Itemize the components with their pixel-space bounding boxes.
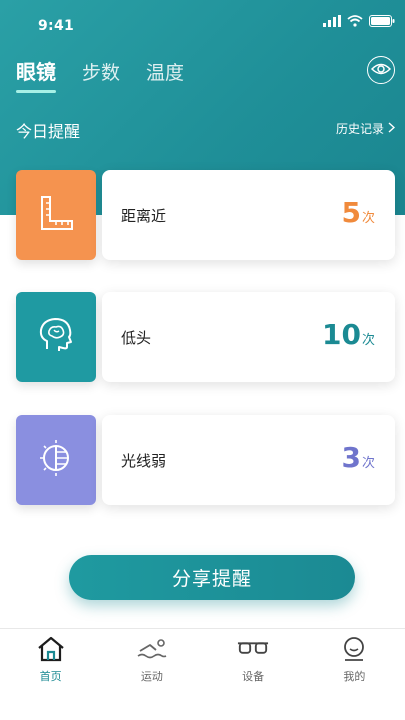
tab-glasses[interactable]: 眼镜 bbox=[16, 56, 56, 93]
header-tabs: 眼镜 步数 温度 bbox=[16, 56, 184, 93]
card-body: 光线弱 3 次 bbox=[102, 415, 395, 505]
card-body: 低头 10 次 bbox=[102, 292, 395, 382]
history-link[interactable]: 历史记录 bbox=[335, 120, 396, 137]
reminder-card-head-down[interactable]: 低头 10 次 bbox=[16, 292, 395, 382]
eye-icon bbox=[370, 61, 392, 80]
tabbar-item-device[interactable]: 设备 bbox=[203, 629, 304, 720]
tabbar-label: 运动 bbox=[140, 670, 163, 683]
swim-icon bbox=[136, 635, 168, 663]
eye-toggle-button[interactable] bbox=[367, 56, 395, 84]
reminder-label: 光线弱 bbox=[121, 452, 167, 470]
reminder-label: 低头 bbox=[121, 329, 152, 347]
count-unit: 次 bbox=[361, 456, 375, 471]
card-icon-box bbox=[16, 415, 96, 505]
home-icon bbox=[35, 635, 67, 663]
tabbar-label: 设备 bbox=[242, 670, 265, 683]
status-time: 9:41 bbox=[38, 18, 75, 34]
glasses-icon bbox=[237, 635, 269, 663]
count-unit: 次 bbox=[361, 333, 375, 348]
card-body: 距离近 5 次 bbox=[102, 170, 395, 260]
reminder-label: 距离近 bbox=[121, 207, 167, 225]
status-icons bbox=[323, 15, 395, 27]
count-number: 10 bbox=[322, 318, 361, 351]
profile-icon bbox=[338, 635, 370, 663]
battery-icon bbox=[369, 15, 395, 27]
head-icon bbox=[35, 315, 77, 359]
card-icon-box bbox=[16, 292, 96, 382]
section-title: 今日提醒 bbox=[16, 122, 81, 141]
reminder-count: 5 次 bbox=[342, 196, 376, 229]
reminder-count: 10 次 bbox=[322, 318, 375, 351]
tab-steps[interactable]: 步数 bbox=[82, 58, 120, 93]
history-label: 历史记录 bbox=[335, 122, 384, 136]
reminder-card-low-light[interactable]: 光线弱 3 次 bbox=[16, 415, 395, 505]
tabbar-item-profile[interactable]: 我的 bbox=[304, 629, 405, 720]
tabbar-label: 首页 bbox=[39, 670, 62, 683]
count-number: 5 bbox=[341, 196, 361, 229]
status-bar: 9:41 bbox=[0, 0, 405, 44]
reminder-card-distance[interactable]: 距离近 5 次 bbox=[16, 170, 395, 260]
reminder-count: 3 次 bbox=[342, 441, 376, 474]
wifi-icon bbox=[347, 15, 363, 27]
bottom-tab-bar: 首页 运动 设备 我的 bbox=[0, 628, 405, 720]
light-icon bbox=[36, 438, 76, 482]
signal-icon bbox=[323, 15, 341, 27]
card-icon-box bbox=[16, 170, 96, 260]
chevron-right-icon bbox=[388, 121, 396, 136]
count-number: 3 bbox=[341, 441, 361, 474]
tabbar-item-sport[interactable]: 运动 bbox=[101, 629, 202, 720]
ruler-icon bbox=[36, 193, 76, 237]
tabbar-item-home[interactable]: 首页 bbox=[0, 629, 101, 720]
tab-temperature[interactable]: 温度 bbox=[146, 58, 184, 93]
tabbar-label: 我的 bbox=[343, 670, 366, 683]
count-unit: 次 bbox=[361, 211, 375, 226]
share-reminder-button[interactable]: 分享提醒 bbox=[69, 555, 355, 600]
